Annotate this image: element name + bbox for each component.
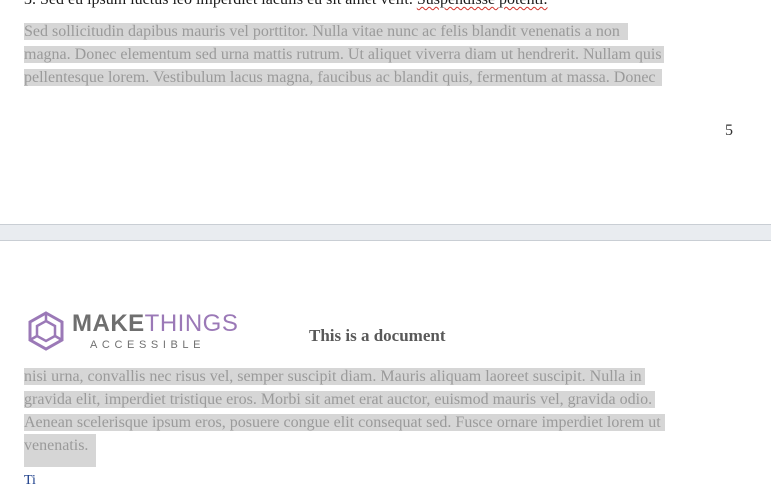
logo-word-make: MAKE [72,309,145,337]
highlighted-paragraph-line-3: pellentesque lorem. Vestibulum lacus mag… [24,66,662,89]
logo-tagline: ACCESSIBLE [90,338,206,351]
numbered-list-item: 3. Sed eu ipsum luctus leo imperdiet iac… [24,0,547,11]
highlighted-paragraph-line-2: magna. Donec elementum sed urna mattis r… [24,46,664,63]
header-document-title: This is a document [309,326,446,345]
highlighted-paragraph-line-1: Sed sollicitudin dapibus mauris vel port… [24,20,628,43]
highlighted-paragraph-line-5: gravida elit, imperdiet tristique eros. … [24,388,656,411]
company-logo: MAKETHINGS ACCESSIBLE [26,311,238,351]
highlighted-paragraph-line-4: nisi urna, convallis nec risus vel, semp… [24,365,645,388]
document-page-top: 3. Sed eu ipsum luctus leo imperdiet iac… [0,0,771,224]
page-number: 5 [725,122,733,139]
highlighted-paragraph-line-6: Aenean scelerisque ipsum eros, posuere c… [24,411,665,434]
list-item-text: 3. Sed eu ipsum luctus leo imperdiet iac… [24,0,417,8]
logo-wordmark: MAKETHINGS ACCESSIBLE [72,309,239,351]
hexagon-logo-icon [28,311,64,351]
next-heading-fragment: Ti [24,473,36,488]
misspelled-text[interactable]: Suspendisse potenti. [417,0,548,8]
highlighted-paragraph-line-7: venenatis. [24,434,97,467]
page-separator [0,224,771,241]
document-page-bottom: MAKETHINGS ACCESSIBLE This is a document… [0,241,771,488]
logo-word-things: THINGS [144,309,239,337]
